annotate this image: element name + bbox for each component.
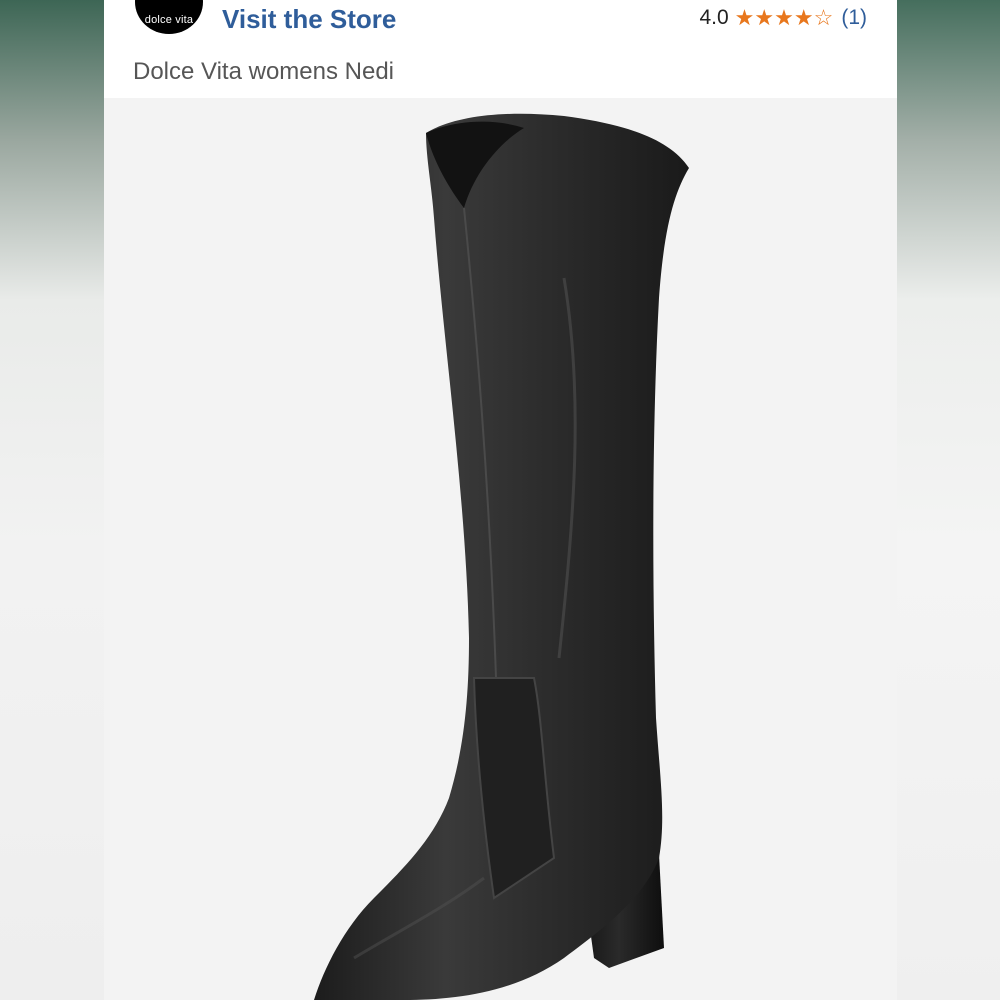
brand-logo-text: dolce vita [144,14,194,26]
background-blur-left [0,0,104,1000]
background-blur-right [897,0,1000,1000]
visit-store-link[interactable]: Visit the Store [222,4,396,35]
product-image[interactable] [104,98,897,1000]
brand-logo[interactable]: dolce vita [135,0,203,34]
star-rating: ★ ★ ★ ★ ☆ [735,7,834,29]
star-empty-icon: ☆ [813,5,834,30]
star-filled-icon: ★ [754,5,775,30]
rating-summary[interactable]: 4.0 ★ ★ ★ ★ ☆ (1) [699,6,867,30]
rating-value: 4.0 [699,6,729,29]
product-panel: dolce vita Visit the Store 4.0 ★ ★ ★ ★ ☆… [104,0,897,1000]
star-filled-icon: ★ [734,5,755,30]
product-title: Dolce Vita womens Nedi [133,58,395,85]
star-filled-icon: ★ [774,5,794,30]
product-header: dolce vita Visit the Store 4.0 ★ ★ ★ ★ ☆… [104,0,897,98]
star-filled-icon: ★ [793,5,814,30]
review-count-link[interactable]: (1) [841,6,867,30]
boot-icon [314,113,689,1000]
